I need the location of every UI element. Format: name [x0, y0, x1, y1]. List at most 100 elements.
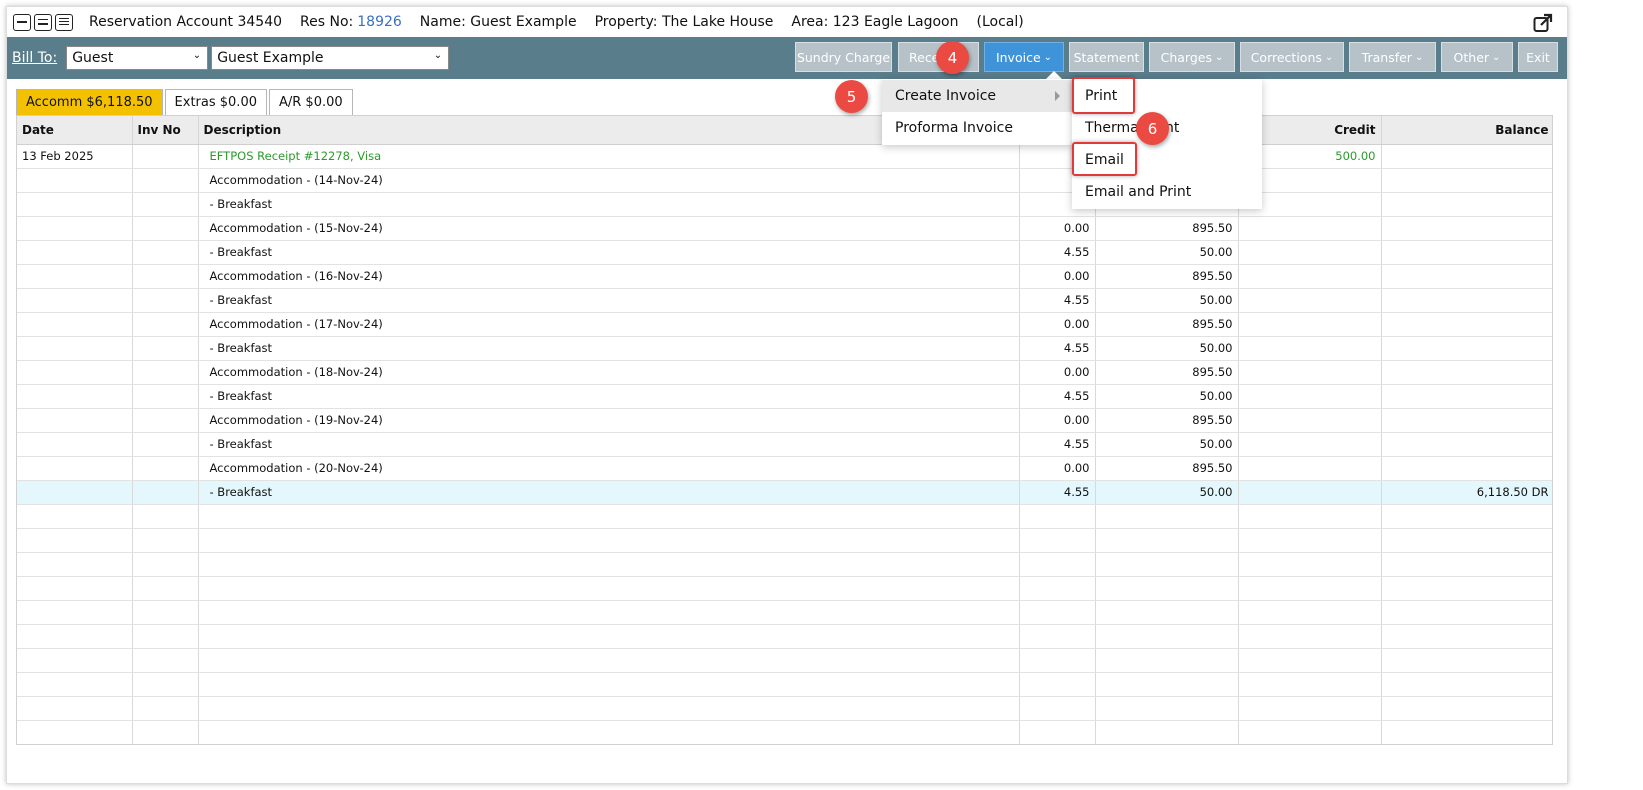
cell-desc: EFTPOS Receipt #12278, Visa: [198, 144, 1020, 169]
statement-button[interactable]: Statement: [1069, 42, 1144, 72]
table-row[interactable]: Accommodation - (18-Nov-24) 0.00 895.50: [17, 360, 1552, 385]
cell-balance: [1381, 288, 1552, 313]
table-row[interactable]: 13 Feb 2025EFTPOS Receipt #12278, Visa05…: [17, 144, 1552, 169]
menu-icon[interactable]: [55, 13, 73, 31]
tab-accomm[interactable]: Accomm $6,118.50: [16, 89, 163, 115]
charges-label: Charges: [1160, 49, 1212, 65]
restore-icon[interactable]: [34, 13, 52, 31]
table-row[interactable]: [17, 576, 1552, 601]
table-row[interactable]: [17, 600, 1552, 625]
invoice-button[interactable]: Invoice ⌄: [984, 42, 1064, 72]
proforma-invoice-label: Proforma Invoice: [895, 120, 1013, 136]
cell-desc: Accommodation - (17-Nov-24): [198, 312, 1020, 337]
cell-c4: [1019, 672, 1096, 697]
tab-ar[interactable]: A/R $0.00: [268, 89, 353, 115]
cell-balance: [1381, 648, 1552, 673]
popout-icon[interactable]: [1533, 13, 1553, 33]
cell-c5: 895.50: [1095, 456, 1239, 481]
table-row[interactable]: Accommodation - (19-Nov-24) 0.00 895.50: [17, 408, 1552, 433]
cell-inv: [132, 240, 199, 265]
cell-balance: [1381, 528, 1552, 553]
table-row[interactable]: Accommodation - (16-Nov-24) 0.00 895.50: [17, 264, 1552, 289]
res-no-value[interactable]: 18926: [357, 14, 402, 30]
cell-c4: 0.00: [1019, 216, 1096, 241]
col-date[interactable]: Date: [17, 116, 133, 145]
table-row[interactable]: - Breakfast 4.55 50.00: [17, 336, 1552, 361]
create-invoice-item[interactable]: Create Invoice: [882, 80, 1072, 112]
table-row[interactable]: [17, 672, 1552, 697]
chevron-down-icon: ⌄: [1414, 51, 1424, 63]
corrections-label: Corrections: [1250, 49, 1322, 65]
cell-date: [17, 408, 133, 433]
table-row[interactable]: [17, 528, 1552, 553]
col-balance[interactable]: Balance: [1381, 116, 1552, 145]
chevron-down-icon: ⌄: [1324, 51, 1334, 63]
table-row[interactable]: - Breakfast 4.55 50.00: [17, 432, 1552, 457]
table-row[interactable]: [17, 696, 1552, 721]
cell-balance: [1381, 600, 1552, 625]
bill-type-select[interactable]: Guest ⌄: [66, 46, 209, 70]
table-row[interactable]: - Breakfast4: [17, 192, 1552, 217]
cell-inv: [132, 720, 199, 744]
receipt-label: Rece: [909, 49, 940, 65]
minimize-icon[interactable]: [13, 13, 31, 31]
cell-balance: 6,118.50 DR: [1381, 480, 1552, 505]
sundry-charge-button[interactable]: Sundry Charge: [795, 42, 892, 72]
other-button[interactable]: Other ⌄: [1441, 42, 1513, 72]
cell-balance: [1381, 696, 1552, 721]
cell-c4: [1019, 528, 1096, 553]
col-inv-no[interactable]: Inv No: [132, 116, 199, 145]
invoice-menu: Create Invoice Proforma Invoice: [882, 79, 1072, 145]
cell-desc: - Breakfast: [198, 240, 1020, 265]
cell-inv: [132, 216, 199, 241]
tab-extras[interactable]: Extras $0.00: [164, 89, 267, 115]
table-row[interactable]: Accommodation - (15-Nov-24) 0.00 895.50: [17, 216, 1552, 241]
chevron-down-icon: ⌄: [192, 50, 202, 61]
cell-c5: 50.00: [1095, 384, 1239, 409]
table-row[interactable]: Accommodation - (20-Nov-24) 0.00 895.50: [17, 456, 1552, 481]
chevron-down-icon: ⌄: [1492, 51, 1501, 63]
res-no-label: Res No:: [300, 14, 354, 30]
table-row[interactable]: [17, 504, 1552, 529]
bill-name-value: Guest Example: [217, 50, 324, 66]
table-row[interactable]: - Breakfast 4.55 50.00: [17, 288, 1552, 313]
cell-credit: [1238, 480, 1382, 505]
bill-name-select[interactable]: Guest Example ⌄: [211, 46, 450, 70]
cell-balance: [1381, 552, 1552, 577]
bill-to-link[interactable]: Bill To:: [12, 50, 57, 66]
table-row[interactable]: Accommodation - (14-Nov-24)0: [17, 168, 1552, 193]
guest-name: Name: Guest Example: [419, 14, 577, 30]
transfer-button[interactable]: Transfer ⌄: [1349, 42, 1436, 72]
table-row[interactable]: [17, 648, 1552, 673]
charges-button[interactable]: Charges ⌄: [1149, 42, 1235, 72]
table-row[interactable]: [17, 720, 1552, 744]
cell-credit: [1238, 216, 1382, 241]
cell-inv: [132, 504, 199, 529]
cell-credit: [1238, 696, 1382, 721]
cell-desc: [198, 624, 1020, 649]
exit-button[interactable]: Exit: [1518, 42, 1558, 72]
email-and-print-item[interactable]: Email and Print: [1072, 176, 1262, 208]
cell-desc: Accommodation - (15-Nov-24): [198, 216, 1020, 241]
create-invoice-label: Create Invoice: [895, 88, 997, 104]
cell-c5: 50.00: [1095, 480, 1239, 505]
cell-desc: Accommodation - (20-Nov-24): [198, 456, 1020, 481]
table-row[interactable]: Accommodation - (17-Nov-24) 0.00 895.50: [17, 312, 1552, 337]
table-row[interactable]: - Breakfast 4.55 50.00 6,118.50 DR: [17, 480, 1552, 505]
step-badge-5: 5: [835, 80, 868, 113]
cell-balance: [1381, 408, 1552, 433]
cell-credit: [1238, 264, 1382, 289]
corrections-button[interactable]: Corrections ⌄: [1240, 42, 1344, 72]
table-row[interactable]: [17, 624, 1552, 649]
cell-credit: [1238, 672, 1382, 697]
cell-balance: [1381, 672, 1552, 697]
cell-credit: [1238, 456, 1382, 481]
table-row[interactable]: - Breakfast 4.55 50.00: [17, 384, 1552, 409]
local-tag: (Local): [976, 14, 1024, 30]
table-row[interactable]: [17, 552, 1552, 577]
table-row[interactable]: - Breakfast 4.55 50.00: [17, 240, 1552, 265]
cell-c5: 50.00: [1095, 288, 1239, 313]
cell-c4: [1019, 504, 1096, 529]
cell-c4: [1019, 696, 1096, 721]
proforma-invoice-item[interactable]: Proforma Invoice: [882, 112, 1072, 144]
